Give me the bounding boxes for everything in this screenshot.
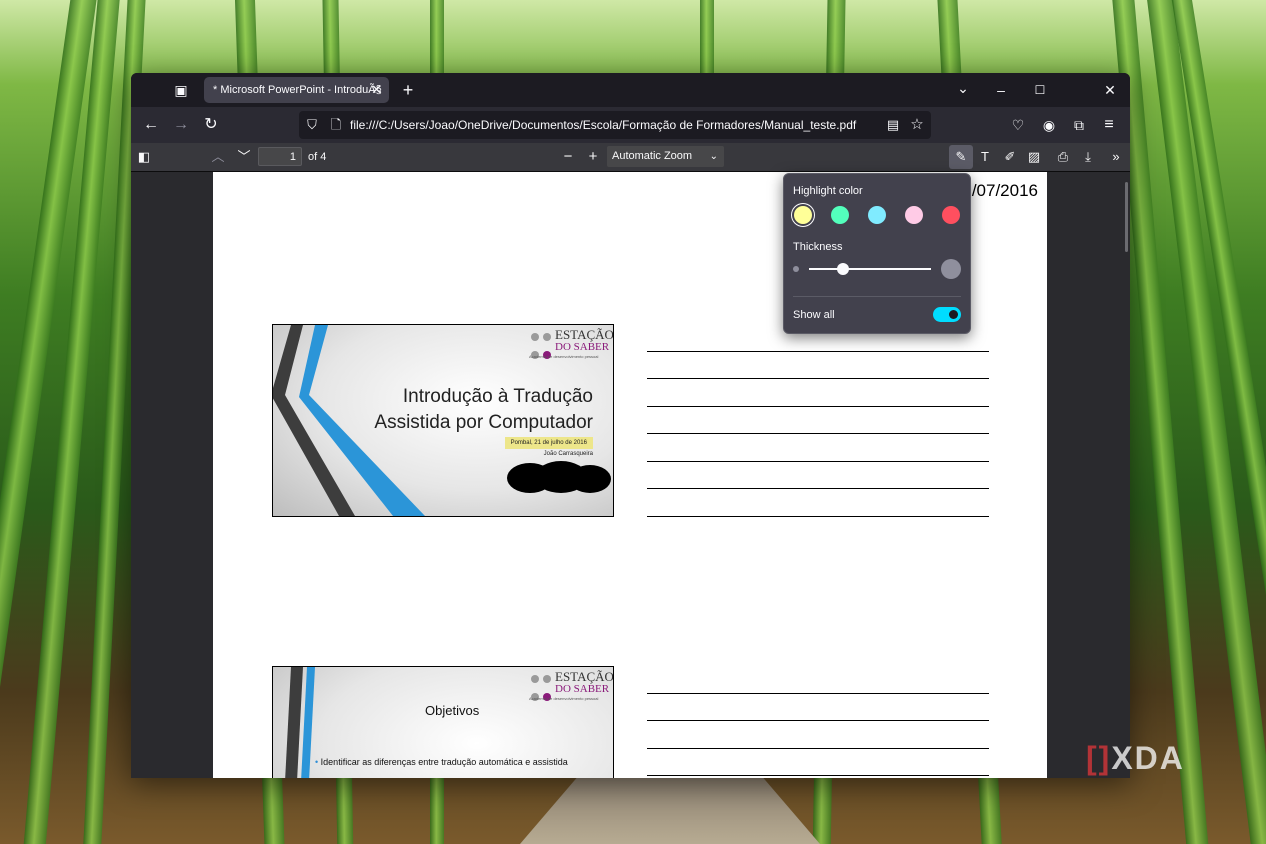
slide-1: ESTAÇÃO DO SABER Academia de desenvolvim…	[272, 324, 614, 517]
zoom-out-button[interactable]: −	[556, 145, 580, 169]
thickness-slider-handle[interactable]	[837, 263, 850, 275]
slide-title: Objetivos	[425, 703, 480, 718]
highlight-popup: Highlight color Thickness Show all	[783, 173, 971, 334]
color-swatch-3[interactable]	[868, 206, 886, 224]
zoom-value: Automatic Zoom	[612, 150, 693, 162]
page-number-input[interactable]: 1	[258, 147, 302, 166]
page-count: of 4	[308, 151, 327, 163]
thickness-slider-track[interactable]	[809, 268, 931, 270]
highlight-color-label: Highlight color	[793, 185, 863, 197]
print-icon[interactable]: ⎙	[1051, 145, 1075, 169]
image-tool-icon[interactable]: ▨	[1022, 145, 1046, 169]
slide-date: Pombal, 21 de julho de 2016	[504, 437, 593, 449]
url-bar[interactable]: ⛉ 🗋 file:///C:/Users/Joao/OneDrive/Docum…	[299, 111, 931, 139]
pocket-icon[interactable]: ♡	[1006, 113, 1030, 137]
extensions-icon[interactable]: ⧉	[1067, 113, 1091, 137]
zoom-in-button[interactable]: +	[581, 145, 605, 169]
color-swatch-4[interactable]	[905, 206, 923, 224]
shield-icon[interactable]: ⛉	[300, 113, 324, 137]
highlight-tool-icon[interactable]: ✎	[949, 145, 973, 169]
draw-tool-icon[interactable]: ✐	[998, 145, 1022, 169]
color-swatch-1[interactable]	[794, 206, 812, 224]
minimize-button[interactable]: –	[989, 78, 1013, 102]
title-bar: ▣ * Microsoft PowerPoint - IntroduÃ§ ✕ +…	[131, 73, 1130, 107]
slide-title-line2: Assistida por Computador	[374, 412, 593, 433]
maximize-button[interactable]: ☐	[1028, 78, 1052, 102]
estacao-logo: ESTAÇÃO DO SABER Academia de desenvolvim…	[529, 669, 614, 701]
scrollbar[interactable]	[1125, 182, 1128, 252]
color-swatch-2[interactable]	[831, 206, 849, 224]
save-icon[interactable]: ⤓	[1076, 145, 1100, 169]
slide-bullet: • Identificar as diferenças entre traduç…	[315, 757, 568, 767]
tab-active[interactable]: * Microsoft PowerPoint - IntroduÃ§ ✕	[204, 77, 389, 103]
xda-watermark: []XDA	[1086, 740, 1185, 776]
slide-author: João Carrasqueira	[543, 451, 593, 457]
list-all-tabs-icon[interactable]: ⌄	[951, 76, 975, 100]
new-tab-button[interactable]: +	[396, 78, 420, 102]
slide-title-line1: Introdução à Tradução	[402, 386, 593, 407]
previous-page-icon[interactable]: ︿	[206, 145, 230, 169]
tools-overflow-icon[interactable]: »	[1104, 145, 1128, 169]
account-icon[interactable]: ◉	[1037, 113, 1061, 137]
forward-button[interactable]: →	[169, 113, 193, 137]
bookmark-star-icon[interactable]: ☆	[905, 113, 929, 137]
slide-2: ESTAÇÃO DO SABER Academia de desenvolvim…	[272, 666, 614, 778]
page-date: /07/2016	[971, 181, 1038, 200]
next-page-icon[interactable]: ﹀	[232, 145, 256, 169]
thickness-label: Thickness	[793, 241, 843, 253]
zoom-select[interactable]: Automatic Zoom ⌄	[607, 146, 724, 167]
url-text[interactable]: file:///C:/Users/Joao/OneDrive/Documento…	[350, 111, 856, 139]
show-all-label: Show all	[793, 309, 835, 321]
reload-button[interactable]: ↻	[199, 113, 223, 137]
estacao-logo: ESTAÇÃO DO SABER Academia de desenvolvim…	[529, 327, 614, 359]
tab-close-icon[interactable]: ✕	[371, 77, 382, 103]
tab-title: * Microsoft PowerPoint - IntroduÃ§	[213, 84, 382, 96]
thickness-max-icon	[941, 259, 961, 279]
close-window-button[interactable]: ✕	[1098, 78, 1122, 102]
pdf-viewer[interactable]: /07/2016 ESTAÇÃO DO SABER Academia de de…	[131, 172, 1130, 778]
text-tool-icon[interactable]: T	[973, 145, 997, 169]
color-swatch-5[interactable]	[942, 206, 960, 224]
pdf-toolbar: ◧ ︿ ﹀ 1 of 4 − + Automatic Zoom ⌄ ✎ T ✐ …	[131, 143, 1130, 172]
back-button[interactable]: ←	[139, 113, 163, 137]
divider	[793, 296, 961, 297]
menu-icon[interactable]: ≡	[1097, 113, 1121, 137]
sidebar-toggle-icon[interactable]: ◧	[132, 145, 156, 169]
page-icon: 🗋	[330, 117, 342, 132]
firefox-window: ▣ * Microsoft PowerPoint - IntroduÃ§ ✕ +…	[131, 73, 1130, 778]
reader-view-icon[interactable]: ▤	[881, 113, 905, 137]
firefox-view-icon[interactable]: ▣	[169, 78, 193, 102]
chevron-down-icon: ⌄	[709, 151, 718, 162]
thickness-min-icon	[793, 266, 799, 272]
navigation-bar: ← → ↻ ⛉ 🗋 file:///C:/Users/Joao/OneDrive…	[131, 107, 1130, 143]
show-all-toggle[interactable]	[933, 307, 961, 322]
